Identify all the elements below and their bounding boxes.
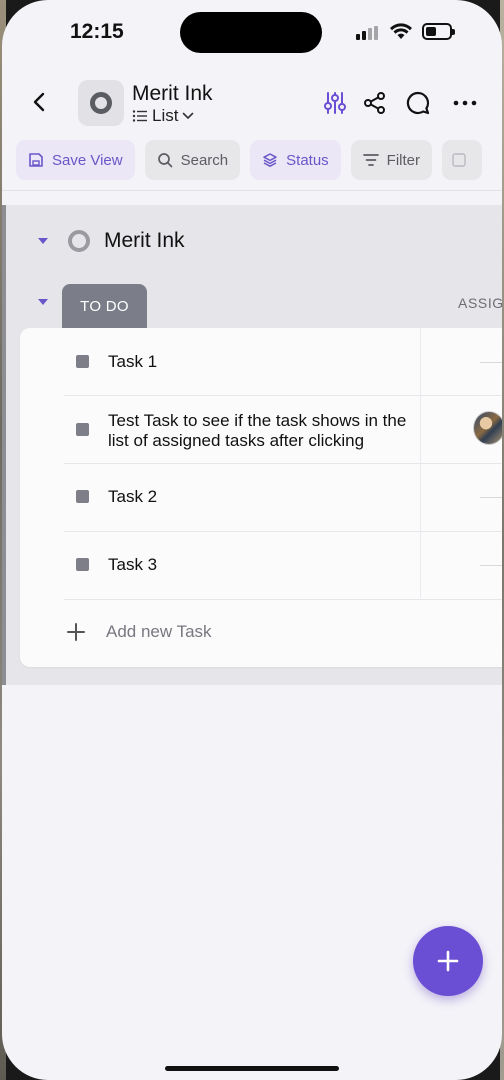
status-button[interactable]: Status — [250, 140, 341, 180]
toolbar: Save View Search Status Filter — [16, 140, 502, 180]
collapse-space-caret[interactable] — [38, 238, 48, 244]
wifi-icon — [390, 23, 412, 39]
assignee-empty[interactable] — [480, 497, 502, 498]
task-row[interactable]: Task 1 — [20, 328, 502, 395]
save-view-label: Save View — [52, 151, 123, 169]
back-button[interactable] — [26, 88, 54, 116]
filter-label: Filter — [386, 151, 421, 169]
view-label: List — [152, 106, 179, 125]
add-task-label: Add new Task — [106, 622, 212, 641]
task-status-icon[interactable] — [76, 558, 89, 571]
checkbox-icon — [452, 153, 466, 167]
group-accent-bar — [2, 205, 6, 685]
more-icon[interactable] — [452, 90, 478, 116]
task-name: Task 2 — [108, 487, 158, 506]
comment-icon[interactable] — [405, 90, 431, 116]
status-bar: 12:15 — [2, 0, 502, 62]
add-task-button[interactable]: Add new Task — [20, 612, 502, 652]
space-name: Merit Ink — [104, 229, 185, 252]
list-icon — [132, 110, 147, 122]
status-tab-todo[interactable]: TO DO — [62, 284, 147, 328]
space-avatar — [78, 80, 124, 126]
search-button[interactable]: Search — [144, 140, 241, 180]
filter-icon — [362, 154, 379, 166]
more-toolbar-button[interactable] — [442, 140, 483, 180]
task-row[interactable]: Task 3 — [20, 532, 502, 599]
search-icon — [157, 153, 172, 168]
task-name: Task 1 — [108, 352, 158, 371]
task-name: Test Task to see if the task shows in th… — [108, 411, 407, 450]
layers-icon — [263, 153, 277, 167]
dynamic-island — [180, 12, 322, 53]
status-label: Status — [286, 151, 329, 169]
task-list: Task 1 Test Task to see if the task show… — [20, 328, 502, 667]
filter-button[interactable]: Filter — [350, 140, 433, 180]
page-title: Merit Ink — [132, 82, 213, 105]
view-switcher[interactable]: List — [132, 106, 194, 126]
collapse-status-caret[interactable] — [38, 299, 48, 305]
status-time: 12:15 — [70, 20, 124, 43]
create-fab-button[interactable] — [413, 926, 483, 996]
task-row[interactable]: Task 2 — [20, 464, 502, 531]
header: Merit Ink List — [2, 70, 502, 134]
search-label: Search — [180, 151, 229, 169]
divider — [2, 190, 502, 191]
task-status-icon[interactable] — [76, 355, 89, 368]
phone-screen: 12:15 Merit Ink List Save View Search St… — [2, 0, 502, 1080]
assignee-empty[interactable] — [480, 565, 502, 566]
task-status-icon[interactable] — [76, 423, 89, 436]
battery-icon — [422, 23, 455, 40]
task-row[interactable]: Test Task to see if the task shows in th… — [20, 396, 502, 463]
task-status-icon[interactable] — [76, 490, 89, 503]
save-icon — [29, 153, 43, 167]
task-name: Task 3 — [108, 555, 158, 574]
home-indicator[interactable] — [165, 1066, 339, 1071]
space-status-icon — [68, 230, 90, 252]
space-group: Merit Ink TO DO ASSIG Task 1 Test Task t… — [2, 205, 502, 685]
sliders-icon[interactable] — [322, 90, 348, 116]
share-icon[interactable] — [362, 90, 388, 116]
assignee-avatar[interactable] — [473, 411, 502, 445]
assignee-column-header: ASSIG — [458, 295, 502, 311]
plus-icon — [67, 623, 85, 641]
signal-icon — [356, 26, 380, 40]
chevron-down-icon — [183, 112, 194, 120]
assignee-empty[interactable] — [480, 362, 502, 363]
plus-icon — [437, 950, 459, 972]
save-view-button[interactable]: Save View — [16, 140, 135, 180]
row-divider — [64, 599, 502, 600]
